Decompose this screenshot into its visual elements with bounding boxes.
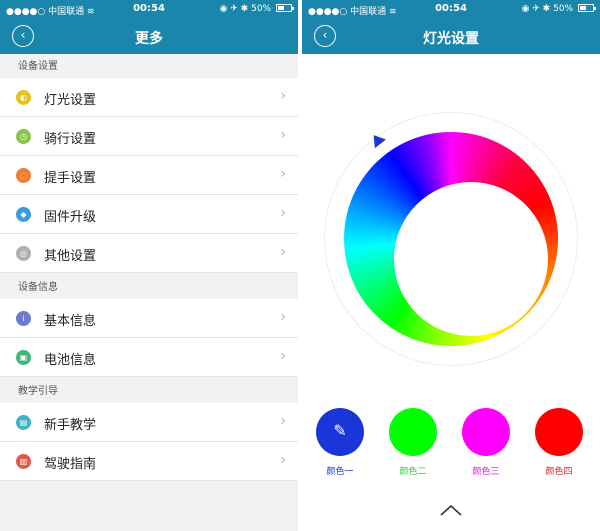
chevron-right-icon: › [280, 166, 286, 182]
chevron-right-icon: › [280, 348, 286, 364]
chevron-right-icon: › [280, 127, 286, 143]
list-item-label: 灯光设置 [44, 93, 97, 108]
battery-percent: 50% [251, 4, 272, 14]
list-item[interactable]: ▥ 驾驶指南 › [0, 442, 298, 481]
battery-info-icon: ▣ [16, 350, 31, 365]
bulb-icon: ◐ [16, 90, 31, 105]
chevron-right-icon: › [280, 413, 286, 429]
status-bar: ●●●●○ 中国联通 ≋ 00:54 ◉ ✈ ✱ 50% [0, 0, 298, 18]
color-swatch-2[interactable] [389, 408, 437, 456]
color-swatch-label: 颜色四 [545, 467, 573, 477]
status-icons: ◉ ✈ ✱ [521, 4, 551, 14]
color-swatch-label: 颜色一 [326, 467, 354, 477]
battery-icon [276, 4, 294, 12]
battery-icon [578, 4, 596, 12]
clock-icon: ◷ [16, 129, 31, 144]
list-item-label: 提手设置 [44, 171, 97, 186]
list-item-label: 固件升级 [44, 210, 97, 225]
book-icon: ▤ [16, 415, 31, 430]
page-title: 灯光设置 [423, 31, 479, 47]
chevron-right-icon: › [280, 244, 286, 260]
screenshot-stage: ●●●●○ 中国联通 ≋ 00:54 ◉ ✈ ✱ 50% ‹ 更多 设备设置 ◐ 灯… [0, 0, 600, 531]
list-item-label: 电池信息 [44, 353, 97, 368]
chevron-right-icon: › [280, 309, 286, 325]
color-swatch-label: 颜色三 [472, 467, 500, 477]
chevron-up-icon[interactable] [438, 500, 464, 520]
list-item-label: 其他设置 [44, 249, 97, 264]
list-item-label: 驾驶指南 [44, 457, 97, 472]
section-header: 设备设置 [0, 54, 298, 78]
settings-list: 设备设置 ◐ 灯光设置 › ◷ 骑行设置 › ◌ 提手设置 › ◆ 固件升级 › ◎ 其他设置 › 设备信息 i 基… [0, 54, 298, 483]
color-wheel-ring[interactable] [344, 132, 558, 346]
chevron-right-icon: › [280, 88, 286, 104]
light-settings-screen: ●●●●○ 中国联通 ≋ 00:54 ◉ ✈ ✱ 50% ‹ 灯光设置 ✎ 颜色一… [302, 0, 600, 531]
list-item-label: 基本信息 [44, 314, 97, 329]
list-item[interactable]: ◌ 提手设置 › [0, 156, 298, 195]
pencil-icon: ✎ [333, 421, 347, 440]
battery-percent: 50% [553, 4, 574, 14]
section-header: 教学引导 [0, 379, 298, 403]
list-item[interactable]: ◆ 固件升级 › [0, 195, 298, 234]
status-right: ◉ ✈ ✱ 50% [219, 4, 294, 14]
chevron-right-icon: › [280, 452, 286, 468]
list-item[interactable]: i 基本信息 › [0, 299, 298, 338]
status-bar: ●●●●○ 中国联通 ≋ 00:54 ◉ ✈ ✱ 50% [302, 0, 600, 18]
section-gap [0, 481, 298, 483]
list-item-label: 骑行设置 [44, 132, 97, 147]
list-item[interactable]: ◐ 灯光设置 › [0, 78, 298, 117]
list-item[interactable]: ▤ 新手教学 › [0, 403, 298, 442]
chevron-right-icon: › [280, 205, 286, 221]
color-swatches: ✎ 颜色一 颜色二 颜色三 颜色四 [302, 408, 600, 478]
color-wheel[interactable] [324, 112, 578, 366]
page-title: 更多 [135, 31, 163, 47]
settings-icon: ◎ [16, 246, 31, 261]
status-icons: ◉ ✈ ✱ [219, 4, 249, 14]
list-item[interactable]: ◷ 骑行设置 › [0, 117, 298, 156]
nav-bar: ‹ 更多 [0, 18, 298, 54]
more-screen: ●●●●○ 中国联通 ≋ 00:54 ◉ ✈ ✱ 50% ‹ 更多 设备设置 ◐ 灯… [0, 0, 298, 531]
section-header: 设备信息 [0, 275, 298, 299]
color-wheel-center [394, 182, 548, 336]
nav-bar: ‹ 灯光设置 [302, 18, 600, 54]
guide-icon: ▥ [16, 454, 31, 469]
color-swatch-4[interactable] [535, 408, 583, 456]
handle-icon: ◌ [16, 168, 31, 183]
list-item[interactable]: ▣ 电池信息 › [0, 338, 298, 377]
upgrade-icon: ◆ [16, 207, 31, 222]
color-swatch-label: 颜色二 [399, 467, 427, 477]
color-swatch-1[interactable]: ✎ [316, 408, 364, 456]
list-item[interactable]: ◎ 其他设置 › [0, 234, 298, 273]
color-swatch-3[interactable] [462, 408, 510, 456]
status-right: ◉ ✈ ✱ 50% [521, 4, 596, 14]
list-item-label: 新手教学 [44, 418, 97, 433]
info-icon: i [16, 311, 31, 326]
